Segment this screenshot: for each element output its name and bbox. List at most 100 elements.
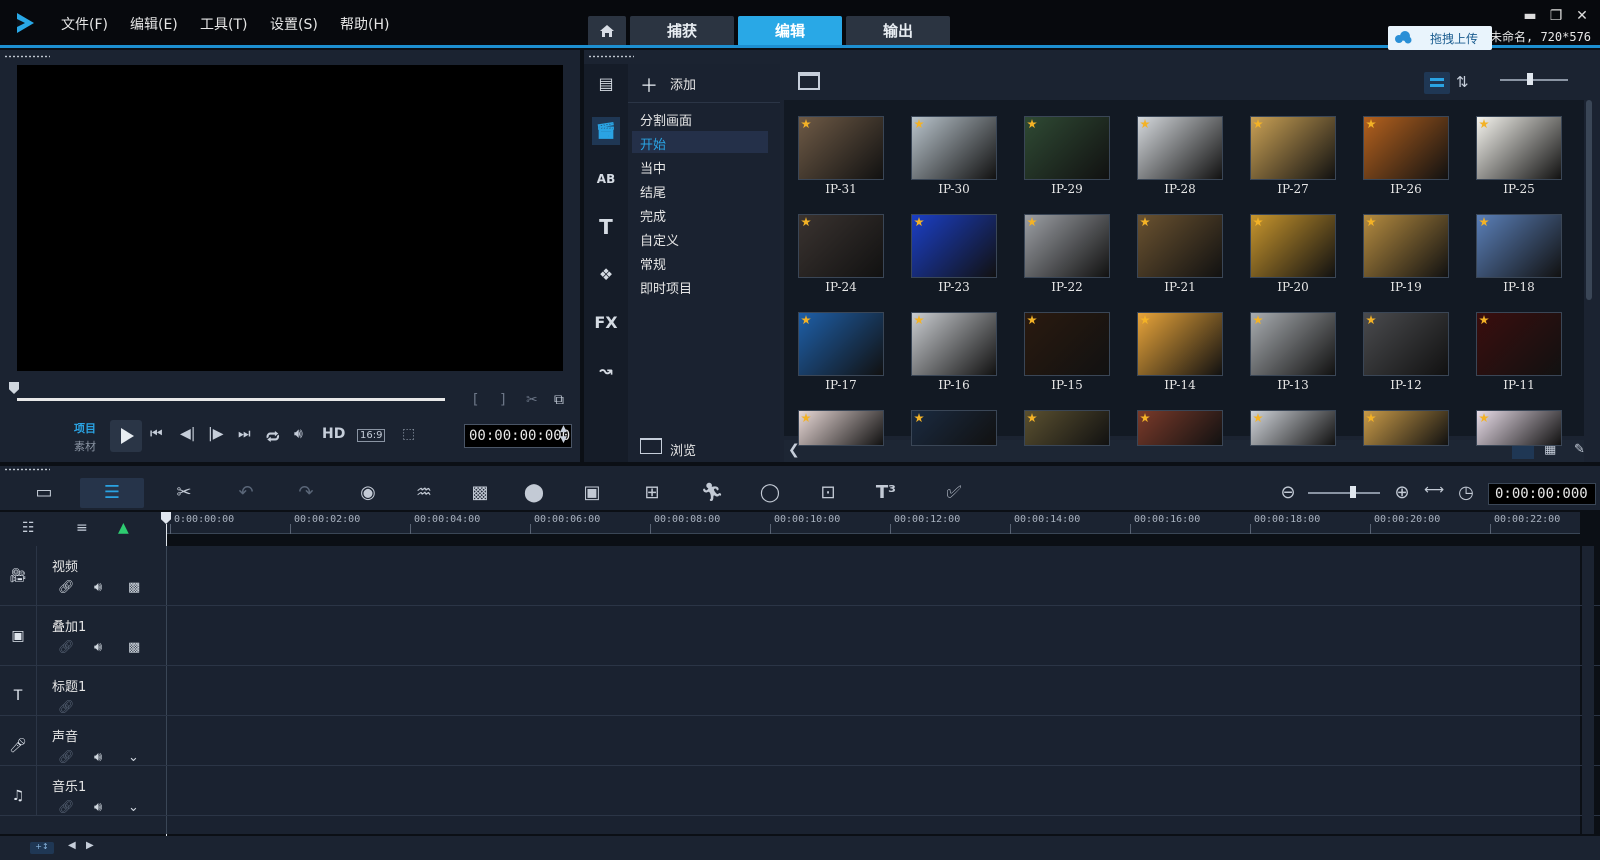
- track-height-icon[interactable]: +↕: [30, 842, 54, 854]
- zoom-handle[interactable]: [1350, 486, 1356, 498]
- title-icon[interactable]: T: [592, 213, 620, 241]
- mark-out-icon[interactable]: ]: [500, 392, 505, 408]
- clip-mode-label[interactable]: 素材: [74, 438, 96, 454]
- expand-track-icon[interactable]: ⌄: [128, 800, 139, 815]
- painting-creator-icon[interactable]: ✅︎: [940, 482, 968, 503]
- instant-project-icon[interactable]: 🎬︎: [592, 117, 620, 145]
- graphic-icon[interactable]: ❖: [592, 261, 620, 289]
- category-item[interactable]: 当中: [640, 158, 666, 177]
- sound-mixer-icon[interactable]: ♒︎: [410, 482, 438, 503]
- template-thumbnail[interactable]: [1250, 214, 1336, 278]
- project-mode-label[interactable]: 项目: [74, 420, 96, 436]
- thumbnail-size-slider[interactable]: [1500, 79, 1568, 81]
- template-thumbnail[interactable]: [1363, 312, 1449, 376]
- timeline-ruler[interactable]: [166, 512, 1580, 534]
- ripple-editing-icon[interactable]: ▩: [128, 580, 140, 595]
- template-thumbnail[interactable]: [1476, 312, 1562, 376]
- enlarge-preview-icon[interactable]: ⧉: [554, 392, 564, 408]
- track-volume-icon[interactable]: 🔊︎: [94, 800, 102, 815]
- timeline-vertical-scrollbar[interactable]: [1582, 546, 1594, 834]
- add-folder-icon[interactable]: [798, 72, 820, 90]
- time-remapping-icon[interactable]: 🏃︎: [698, 482, 726, 503]
- previous-frame-icon[interactable]: ◀︎|: [180, 426, 195, 442]
- chapter-marker-icon[interactable]: ▲: [118, 520, 129, 536]
- menu-settings[interactable]: 设置(S): [270, 14, 318, 34]
- zoom-slider[interactable]: [1308, 492, 1380, 494]
- link-icon[interactable]: 🔗︎: [58, 800, 75, 815]
- template-thumbnail[interactable]: [1250, 410, 1336, 446]
- storyboard-view-icon[interactable]: ▭: [30, 482, 58, 503]
- panel-grip[interactable]: [4, 55, 50, 58]
- timecode-field[interactable]: 00:00:00:000: [464, 424, 572, 448]
- zoom-in-icon[interactable]: ⊕: [1388, 482, 1416, 503]
- category-item[interactable]: 常规: [640, 254, 666, 273]
- panel-grip[interactable]: [4, 468, 50, 471]
- transition-icon[interactable]: AB: [592, 165, 620, 193]
- menu-tools[interactable]: 工具(T): [200, 14, 247, 34]
- category-item[interactable]: 开始: [640, 134, 666, 153]
- repeat-icon[interactable]: 🔁︎: [266, 426, 280, 447]
- scroll-right-icon[interactable]: ▶: [86, 840, 94, 851]
- category-item[interactable]: 结尾: [640, 182, 666, 201]
- track-volume-icon[interactable]: 🔊︎: [94, 580, 102, 595]
- motion-tracking-icon[interactable]: ⬤: [520, 482, 548, 503]
- category-item[interactable]: 完成: [640, 206, 666, 225]
- add-category-label[interactable]: 添加: [670, 74, 696, 93]
- ripple-editing-icon[interactable]: ▩: [128, 640, 140, 655]
- template-thumbnail[interactable]: [1476, 214, 1562, 278]
- track-manager-icon[interactable]: ☷: [22, 520, 35, 536]
- minimize-icon[interactable]: ▬: [1522, 8, 1538, 24]
- crop-icon[interactable]: ⬚: [402, 426, 415, 442]
- edit-icon[interactable]: ✎: [1574, 442, 1585, 457]
- aspect-ratio-button[interactable]: 16:9: [357, 429, 386, 442]
- template-thumbnail[interactable]: [798, 312, 884, 376]
- title-3d-icon[interactable]: T³: [872, 482, 900, 503]
- template-thumbnail[interactable]: [1363, 116, 1449, 180]
- link-icon[interactable]: 🔗︎: [58, 750, 75, 765]
- tab-output[interactable]: 输出: [846, 16, 950, 46]
- menu-help[interactable]: 帮助(H): [340, 14, 389, 34]
- add-track-icon[interactable]: ≡: [76, 520, 88, 536]
- template-thumbnail[interactable]: [911, 214, 997, 278]
- template-thumbnail[interactable]: [1476, 116, 1562, 180]
- template-thumbnail[interactable]: [798, 214, 884, 278]
- home-tab[interactable]: [588, 16, 626, 46]
- hd-button[interactable]: HD: [322, 426, 345, 442]
- auto-music-icon[interactable]: ▩: [466, 482, 494, 503]
- template-thumbnail[interactable]: [1024, 410, 1110, 446]
- link-icon[interactable]: 🔗︎: [58, 640, 75, 655]
- template-thumbnail[interactable]: [1363, 214, 1449, 278]
- media-icon[interactable]: ▤: [592, 70, 620, 98]
- template-thumbnail[interactable]: [1137, 410, 1223, 446]
- timeline-view-icon[interactable]: ☰: [98, 482, 126, 503]
- undo-icon[interactable]: ↶: [232, 482, 260, 503]
- template-thumbnail[interactable]: [1476, 410, 1562, 446]
- template-thumbnail[interactable]: [1024, 214, 1110, 278]
- redo-icon[interactable]: ↷: [292, 482, 320, 503]
- template-thumbnail[interactable]: [798, 410, 884, 446]
- subtitle-editor-icon[interactable]: ▣: [578, 482, 606, 503]
- category-item[interactable]: 分割画面: [640, 110, 692, 129]
- menu-file[interactable]: 文件(F): [61, 14, 108, 34]
- panel-grip[interactable]: [588, 55, 634, 58]
- template-thumbnail[interactable]: [1250, 116, 1336, 180]
- scrub-bar[interactable]: [17, 398, 445, 401]
- filter-icon[interactable]: FX: [592, 309, 620, 337]
- go-to-start-icon[interactable]: ⏮: [150, 426, 163, 442]
- list-view-button[interactable]: [1424, 72, 1450, 94]
- expand-track-icon[interactable]: ⌄: [128, 750, 139, 765]
- go-to-end-icon[interactable]: ⏭: [238, 426, 251, 442]
- restore-icon[interactable]: ❐: [1548, 8, 1564, 24]
- template-thumbnail[interactable]: [911, 116, 997, 180]
- mask-creator-icon[interactable]: ◯: [756, 482, 784, 503]
- next-frame-icon[interactable]: |▶︎: [208, 426, 223, 442]
- menu-edit[interactable]: 编辑(E): [130, 14, 178, 34]
- template-thumbnail[interactable]: [1250, 312, 1336, 376]
- browse-icon[interactable]: [640, 438, 662, 454]
- template-thumbnail[interactable]: [1024, 312, 1110, 376]
- template-thumbnail[interactable]: [911, 312, 997, 376]
- thumbnail-size-handle[interactable]: [1527, 73, 1533, 85]
- pan-zoom-icon[interactable]: ⊡: [814, 482, 842, 503]
- browse-label[interactable]: 浏览: [670, 440, 696, 459]
- link-icon[interactable]: 🔗︎: [58, 700, 75, 715]
